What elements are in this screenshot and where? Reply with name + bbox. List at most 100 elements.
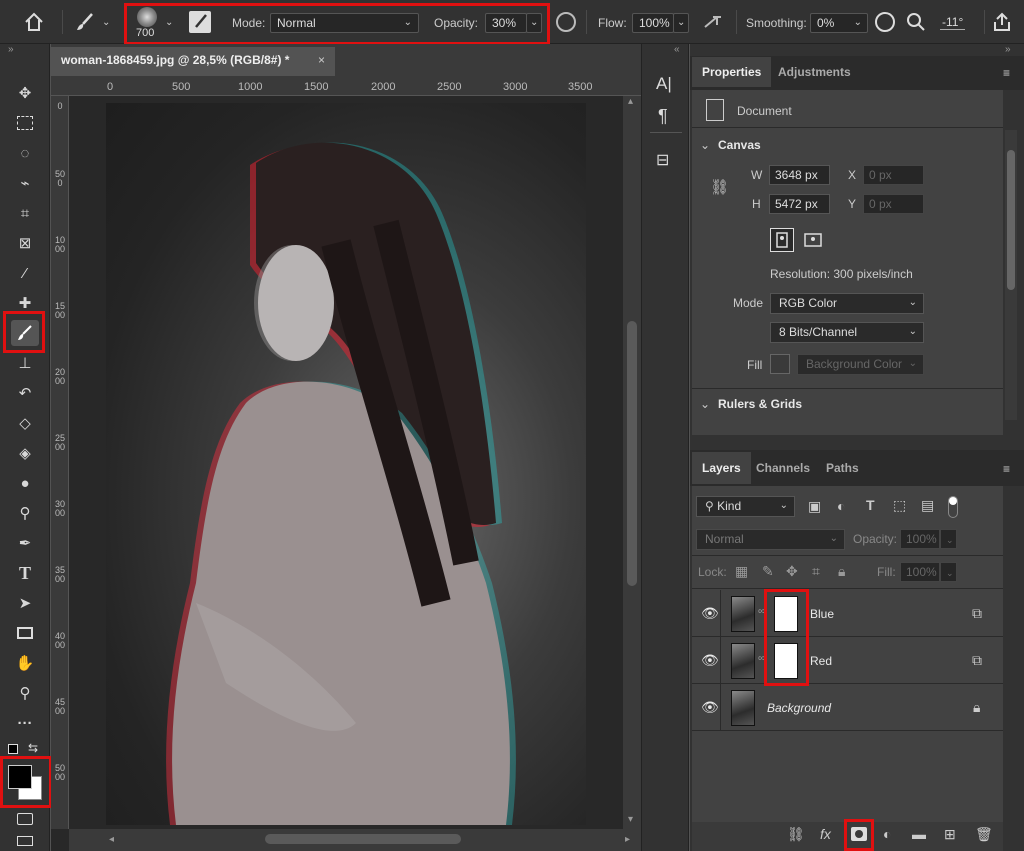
lock-all-icon[interactable]: 🔒︎: [838, 563, 845, 580]
panel-menu-icon[interactable]: ≡: [1003, 66, 1010, 80]
layer-thumbnail[interactable]: [731, 596, 755, 632]
new-group-icon[interactable]: ▬: [912, 826, 926, 842]
paint-bucket-tool-icon[interactable]: ◈: [11, 440, 39, 466]
frame-tool-icon[interactable]: ⊠: [11, 230, 39, 256]
scrollbar-thumb[interactable]: [1007, 150, 1015, 290]
filter-toggle[interactable]: [948, 496, 958, 518]
landscape-orientation-icon[interactable]: [801, 228, 825, 252]
marquee-tool-icon[interactable]: [11, 110, 39, 136]
link-icon[interactable]: ⛓: [710, 178, 729, 196]
flow-input[interactable]: 100%: [632, 13, 674, 33]
layer-fill-dropdown[interactable]: ⌄: [940, 562, 957, 582]
lock-artboard-icon[interactable]: ⌗: [812, 563, 820, 580]
new-layer-icon[interactable]: ⊞: [944, 826, 956, 843]
adjustment-layer-icon[interactable]: ◐: [883, 826, 891, 842]
horizontal-scrollbar[interactable]: ◂ ▸: [69, 829, 641, 851]
document-image[interactable]: [106, 103, 586, 825]
panel-menu-icon[interactable]: ≡: [1003, 462, 1010, 476]
visibility-eye-icon[interactable]: 👁︎: [701, 699, 719, 716]
fill-select[interactable]: Background Color ⌄: [797, 354, 924, 375]
flow-dropdown[interactable]: ⌄: [673, 13, 689, 33]
history-brush-tool-icon[interactable]: ↶: [11, 380, 39, 406]
visibility-eye-icon[interactable]: 👁︎: [701, 605, 719, 622]
chevron-down-icon[interactable]: ⌄: [700, 138, 710, 152]
color-mode-select[interactable]: RGB Color ⌄: [770, 293, 924, 314]
height-input[interactable]: 5472 px: [769, 194, 830, 214]
swap-colors-icon[interactable]: ⇆: [28, 741, 38, 755]
scroll-left-icon[interactable]: ◂: [109, 834, 114, 845]
tab-channels[interactable]: Channels: [746, 452, 820, 484]
lock-pixels-icon[interactable]: ✎: [762, 563, 774, 580]
move-tool-icon[interactable]: ✥: [11, 80, 39, 106]
airbrush-icon[interactable]: [703, 13, 725, 31]
tab-paths[interactable]: Paths: [816, 452, 869, 484]
type-filter-icon[interactable]: T: [866, 497, 875, 513]
shape-filter-icon[interactable]: ⬚: [893, 497, 906, 514]
scroll-down-icon[interactable]: ▾: [628, 814, 633, 825]
properties-scrollbar[interactable]: [1005, 130, 1017, 420]
portrait-orientation-icon[interactable]: [770, 228, 794, 252]
scroll-up-icon[interactable]: ▴: [628, 96, 633, 107]
chevron-down-icon[interactable]: ⌄: [165, 17, 173, 28]
visibility-eye-icon[interactable]: 👁︎: [701, 652, 719, 669]
collapse-icon[interactable]: »: [1005, 44, 1011, 55]
layer-row-blue[interactable]: 👁︎ ∞ Blue ⧉: [692, 590, 1003, 637]
adjustment-filter-icon[interactable]: ◐: [837, 498, 845, 514]
document-tab[interactable]: woman-1868459.jpg @ 28,5% (RGB/8#) * ×: [51, 47, 335, 76]
screen-mode-icon[interactable]: [11, 832, 39, 850]
blur-tool-icon[interactable]: ●: [11, 470, 39, 496]
layer-thumbnail[interactable]: [731, 690, 755, 726]
lock-position-icon[interactable]: ✥: [786, 563, 798, 580]
fill-color-swatch[interactable]: [770, 354, 790, 374]
tab-layers[interactable]: Layers: [692, 452, 751, 484]
character-panel-icon[interactable]: A|: [656, 74, 672, 94]
share-icon[interactable]: [991, 11, 1013, 33]
angle-value[interactable]: -11°: [940, 15, 966, 30]
tab-adjustments[interactable]: Adjustments: [768, 57, 861, 87]
default-colors-icon[interactable]: [8, 744, 18, 754]
fx-icon[interactable]: fx: [820, 826, 831, 842]
layer-opacity-input[interactable]: 100%: [900, 529, 940, 549]
lasso-tool-icon[interactable]: ◌: [11, 140, 39, 166]
symmetry-search-icon[interactable]: [906, 12, 926, 32]
pressure-opacity-icon[interactable]: [556, 12, 576, 32]
type-tool-icon[interactable]: T: [11, 560, 39, 586]
layer-fill-input[interactable]: 100%: [900, 562, 940, 582]
width-input[interactable]: 3648 px: [769, 165, 830, 185]
smoothing-options-icon[interactable]: [875, 12, 895, 32]
brush-size-preview[interactable]: [137, 7, 157, 27]
quick-selection-tool-icon[interactable]: ⌁: [11, 170, 39, 196]
paragraph-panel-icon[interactable]: ¶: [658, 106, 668, 127]
path-selection-tool-icon[interactable]: ➤: [11, 590, 39, 616]
y-input[interactable]: 0 px: [863, 194, 924, 214]
scroll-right-icon[interactable]: ▸: [625, 834, 630, 845]
crop-tool-icon[interactable]: ⌗: [11, 200, 39, 226]
opacity-input[interactable]: 30%: [485, 13, 527, 33]
layer-row-red[interactable]: 👁︎ ∞ Red ⧉: [692, 637, 1003, 684]
foreground-color-swatch[interactable]: [8, 765, 32, 789]
tab-properties[interactable]: Properties: [692, 57, 772, 87]
clone-stamp-tool-icon[interactable]: ⊥: [11, 350, 39, 376]
brush-preset-icon[interactable]: [74, 11, 96, 33]
chevron-down-icon[interactable]: ⌄: [102, 17, 110, 28]
lock-transparent-icon[interactable]: ▦: [735, 563, 748, 580]
collapse-icon[interactable]: »: [8, 44, 14, 55]
brush-tool-icon[interactable]: [11, 320, 39, 346]
smart-object-filter-icon[interactable]: ▤: [921, 497, 934, 514]
bit-depth-select[interactable]: 8 Bits/Channel ⌄: [770, 322, 924, 343]
layer-row-background[interactable]: 👁︎ Background 🔒︎: [692, 684, 1003, 731]
chevron-down-icon[interactable]: ⌄: [700, 397, 710, 411]
eraser-tool-icon[interactable]: ◇: [11, 410, 39, 436]
layer-name[interactable]: Background: [767, 701, 831, 715]
close-icon[interactable]: ×: [318, 53, 325, 67]
pen-tool-icon[interactable]: ✒: [11, 530, 39, 556]
dodge-tool-icon[interactable]: ⚲: [11, 500, 39, 526]
x-input[interactable]: 0 px: [863, 165, 924, 185]
blend-mode-select[interactable]: Normal ⌄: [696, 529, 845, 550]
link-layers-icon[interactable]: ⛓: [787, 826, 805, 843]
layer-name[interactable]: Blue: [810, 607, 834, 621]
scrollbar-thumb[interactable]: [627, 321, 637, 586]
layer-style-icon[interactable]: ⧉: [972, 605, 982, 622]
layer-thumbnail[interactable]: [731, 643, 755, 679]
add-layer-mask-icon[interactable]: [851, 827, 867, 841]
